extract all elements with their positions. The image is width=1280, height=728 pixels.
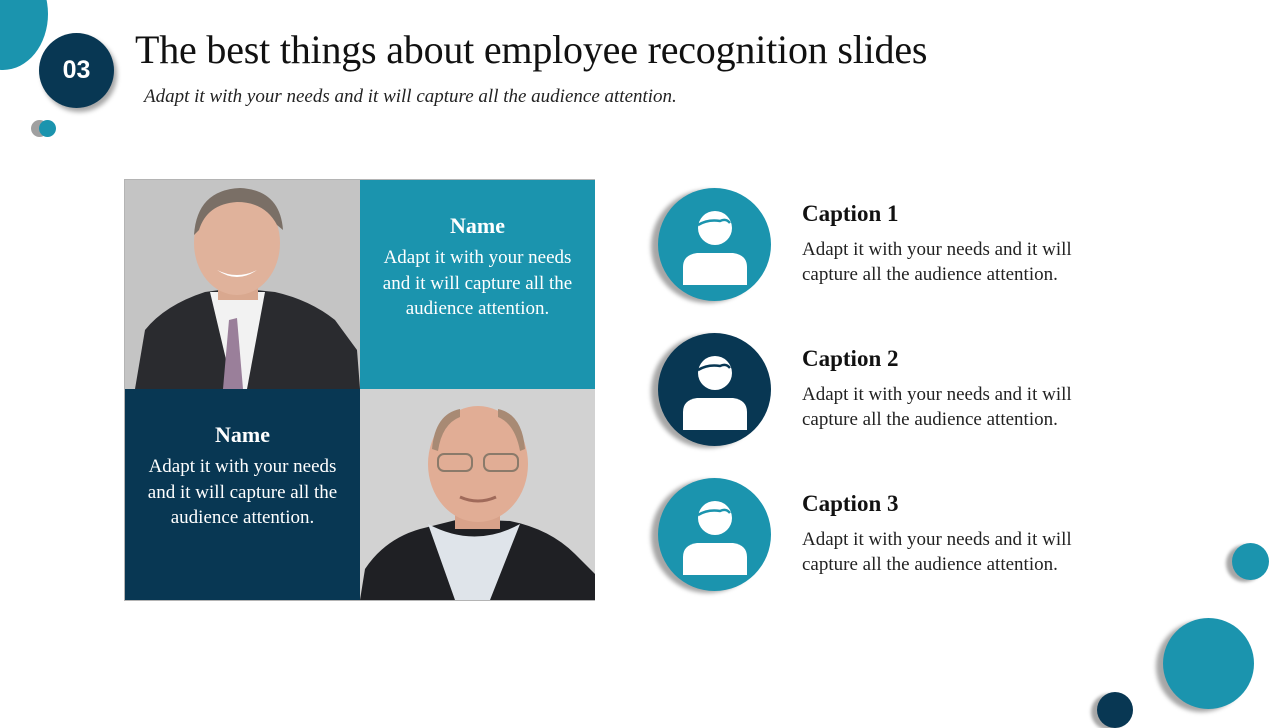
decorative-circle bbox=[1097, 692, 1133, 728]
caption-item-1 bbox=[658, 188, 771, 301]
caption-title: Caption 2 bbox=[802, 346, 899, 371]
slide-subtitle: Adapt it with your needs and it will cap… bbox=[144, 86, 677, 107]
caption-item-3 bbox=[658, 478, 771, 591]
caption-icon-circle bbox=[658, 478, 771, 591]
man-in-suit-photo bbox=[125, 180, 360, 389]
caption-icon-circle bbox=[658, 188, 771, 301]
caption-description: Adapt it with your needs and it will cap… bbox=[802, 529, 1072, 575]
profile-card-2: Name Adapt it with your needs and it wil… bbox=[125, 389, 360, 600]
slide-number: 03 bbox=[62, 56, 91, 84]
caption-title: Caption 1 bbox=[802, 201, 899, 226]
profile-name: Name bbox=[215, 422, 270, 447]
decorative-circle bbox=[39, 120, 56, 137]
caption-item-2 bbox=[658, 333, 771, 446]
decorative-circle bbox=[1163, 618, 1254, 709]
profile-description: Adapt it with your needs and it will cap… bbox=[382, 247, 573, 319]
person-icon bbox=[682, 355, 747, 430]
slide-number-badge: 03 bbox=[39, 33, 114, 108]
caption-title: Caption 3 bbox=[802, 491, 899, 516]
profile-grid: Name Adapt it with your needs and it wil… bbox=[124, 179, 595, 601]
profile-photo-1 bbox=[125, 180, 360, 389]
bald-man-with-glasses-photo bbox=[360, 389, 595, 600]
person-icon bbox=[682, 210, 747, 285]
profile-card-1: Name Adapt it with your needs and it wil… bbox=[360, 180, 595, 389]
slide-title: The best things about employee recogniti… bbox=[135, 27, 928, 72]
person-icon bbox=[682, 500, 747, 575]
profile-photo-2 bbox=[360, 389, 595, 600]
caption-description: Adapt it with your needs and it will cap… bbox=[802, 384, 1072, 430]
caption-icon-circle bbox=[658, 333, 771, 446]
decorative-circle bbox=[1232, 543, 1269, 580]
caption-description: Adapt it with your needs and it will cap… bbox=[802, 239, 1072, 285]
profile-name: Name bbox=[450, 213, 505, 238]
profile-description: Adapt it with your needs and it will cap… bbox=[147, 456, 338, 528]
